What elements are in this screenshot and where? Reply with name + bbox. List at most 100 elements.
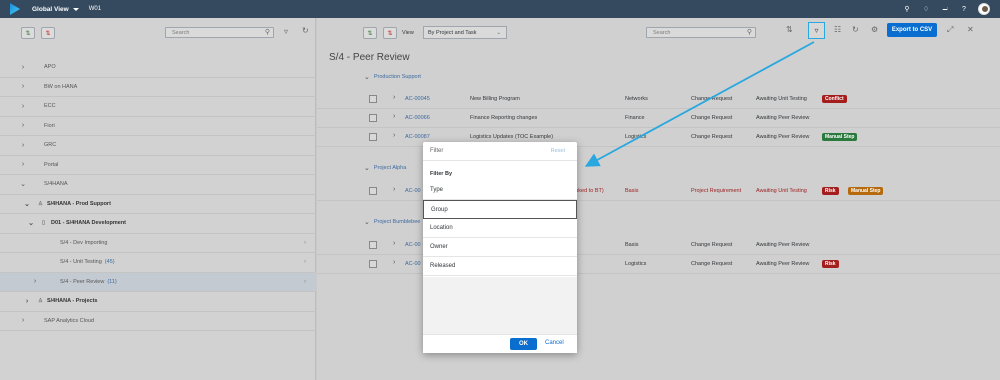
row-status: Awaiting Peer Review: [756, 261, 810, 267]
expand-all-button[interactable]: ⇅: [363, 27, 377, 39]
close-icon[interactable]: ✕: [967, 25, 974, 34]
refresh-icon[interactable]: ↻: [852, 25, 859, 34]
table-row[interactable]: › AC-00066 Finance Reporting changes Fin…: [317, 109, 1000, 128]
tree: › APO › BW on HANA › ECC › Fiori › GRC › Porta…: [0, 58, 316, 331]
table-row[interactable]: › AC-00 ts linked to BT) Basis Project R…: [317, 182, 1000, 201]
row-checkbox[interactable]: [369, 114, 377, 122]
tree-item[interactable]: › APO: [0, 58, 316, 78]
filter-option-owner[interactable]: Owner: [423, 238, 577, 257]
left-search-input[interactable]: Search ⚲: [165, 27, 274, 38]
tree-item-label: S/4HANA - Prod Support: [46, 200, 111, 207]
row-id[interactable]: AC-00: [405, 242, 421, 248]
row-status: Awaiting Peer Review: [756, 134, 810, 140]
right-search-input[interactable]: Search ⚲: [646, 27, 756, 38]
bell-icon[interactable]: ♢: [921, 4, 931, 14]
filter-clear-icon[interactable]: ⧡: [940, 4, 950, 14]
collapse-all-button[interactable]: ⇅: [383, 27, 397, 39]
expand-all-button[interactable]: ⇅: [21, 27, 35, 39]
left-toolbar: ⇅ ⇅ Search ⚲ ▿ ↻: [0, 18, 315, 48]
cancel-button[interactable]: Cancel: [545, 340, 564, 346]
table-row[interactable]: › AC-00 Basis Change Request Awaiting Pe…: [317, 236, 1000, 255]
tree-item-label: D01 - S/4HANA Development: [51, 220, 127, 227]
group-header[interactable]: ⌄ Project Bumblebee: [364, 218, 420, 226]
chevron-right-icon[interactable]: ›: [393, 186, 395, 193]
chevron-right-icon[interactable]: ›: [393, 113, 395, 120]
chevron-right-icon[interactable]: ›: [393, 132, 395, 139]
tree-item[interactable]: › BW on HANA: [0, 78, 316, 97]
tree-item[interactable]: ⌄ S/4HANA: [0, 175, 316, 195]
tree-item[interactable]: › Portal: [0, 156, 316, 175]
filter-icon[interactable]: ▿: [284, 27, 288, 36]
view-select-value: By Project and Task: [428, 30, 477, 36]
tree-item[interactable]: S/4 - Unit Testing (45) ›: [0, 253, 316, 273]
table-row[interactable]: › AC-00 Logistics Change Request Awaitin…: [317, 255, 1000, 274]
row-id[interactable]: AC-00: [405, 261, 421, 267]
tree-item[interactable]: S/4 - Dev Importing ›: [0, 234, 316, 253]
settings-icon[interactable]: ⚙: [871, 25, 878, 34]
filter-option-group[interactable]: Group: [423, 200, 577, 219]
row-id[interactable]: AC-00087: [405, 134, 430, 140]
row-id[interactable]: AC-00: [405, 188, 421, 194]
row-id[interactable]: AC-00066: [405, 115, 430, 121]
chevron-right-icon[interactable]: ›: [393, 240, 395, 247]
tree-item-label: S/4 - Peer Review: [60, 278, 105, 285]
row-type: Project Requirement: [691, 188, 742, 194]
tree-item[interactable]: ⌄ ♙ S/4HANA - Prod Support: [0, 195, 316, 214]
chevron-right-icon: ›: [21, 63, 25, 71]
filter-option-released[interactable]: Released: [423, 257, 577, 276]
filter-option-location[interactable]: Location: [423, 219, 577, 238]
tree-item-label: S/4HANA: [44, 181, 68, 188]
tree-item[interactable]: › ♙ S/4HANA - Projects: [0, 292, 316, 312]
export-csv-button[interactable]: Export to CSV: [887, 23, 937, 37]
tree-item[interactable]: ⌄ ▯ D01 - S/4HANA Development: [0, 214, 316, 234]
chevron-right-icon[interactable]: ›: [393, 94, 395, 101]
columns-icon[interactable]: ☷: [834, 25, 841, 34]
tree-item-label: BW on HANA: [44, 83, 78, 90]
refresh-icon[interactable]: ↻: [302, 26, 309, 35]
search-icon[interactable]: ⚲: [902, 4, 912, 14]
chevron-right-icon: ›: [21, 102, 25, 110]
row-type: Change Request: [691, 134, 733, 140]
group-header[interactable]: ⌄ Production Support: [364, 73, 421, 81]
global-view-menu[interactable]: Global View: [32, 6, 79, 13]
row-checkbox[interactable]: [369, 133, 377, 141]
tree-item[interactable]: › Fiori: [0, 117, 316, 136]
avatar[interactable]: [978, 3, 990, 15]
table-row[interactable]: › AC-00087 Logistics Updates (TOC Exampl…: [317, 128, 1000, 147]
view-select[interactable]: By Project and Task ⌄: [423, 26, 507, 39]
tree-item[interactable]: › SAP Analytics Cloud: [0, 312, 316, 331]
collapse-all-button[interactable]: ⇅: [41, 27, 55, 39]
chevron-right-icon: ›: [21, 161, 25, 169]
left-pane: ⇅ ⇅ Search ⚲ ▿ ↻ › APO › BW on HANA › ECC ›…: [0, 18, 316, 380]
filter-button[interactable]: ▿: [808, 22, 825, 39]
row-checkbox[interactable]: [369, 187, 377, 195]
table-row[interactable]: › AC-00045 New Billing Program Networks …: [317, 90, 1000, 109]
row-group: Networks: [625, 96, 648, 102]
group-header[interactable]: ⌄ Project Alpha: [364, 164, 406, 172]
help-icon[interactable]: ?: [959, 4, 969, 14]
row-checkbox[interactable]: [369, 241, 377, 249]
reset-button[interactable]: Reset: [551, 148, 565, 154]
badge-text: Risk: [825, 188, 836, 194]
row-checkbox[interactable]: [369, 95, 377, 103]
row-id[interactable]: AC-00045: [405, 96, 430, 102]
tree-item-label: Portal: [44, 161, 59, 168]
tree-item[interactable]: › GRC: [0, 136, 316, 156]
fullscreen-icon[interactable]: ⤢: [947, 25, 953, 35]
workspace-label: W01: [88, 6, 102, 12]
row-title: Finance Reporting changes: [470, 115, 538, 121]
filter-option-type[interactable]: Type: [423, 181, 577, 200]
page-title: S/4 - Peer Review: [329, 52, 410, 63]
tree-item[interactable]: › ECC: [0, 97, 316, 117]
tree-item-selected[interactable]: › S/4 - Peer Review (11) ›: [0, 272, 316, 292]
chevron-down-icon: ⌄: [364, 74, 370, 81]
row-group: Logistics: [625, 261, 647, 267]
sort-icon[interactable]: ⇅: [786, 25, 793, 34]
chevron-right-icon[interactable]: ›: [393, 259, 395, 266]
group-label: Project Bumblebee: [373, 219, 421, 225]
right-pane: ⇅ ⇅ View By Project and Task ⌄ Search ⚲ …: [317, 18, 1000, 380]
ok-button[interactable]: OK: [510, 338, 537, 350]
tree-item-label: S/4 - Dev Importing: [60, 239, 108, 246]
ok-label: OK: [519, 341, 528, 347]
row-checkbox[interactable]: [369, 260, 377, 268]
